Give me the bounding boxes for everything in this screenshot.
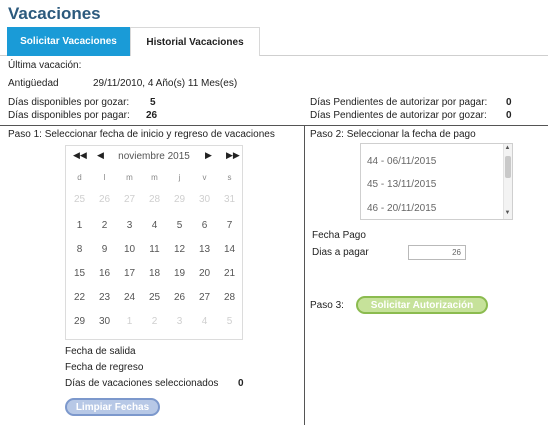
pendientes-gozar-value: 0: [506, 110, 512, 121]
solicitar-autorizacion-button[interactable]: Solicitar Autorización: [356, 296, 488, 314]
next-year-icon[interactable]: ▶▶: [226, 150, 240, 161]
dias-seleccionados-label: Días de vacaciones seleccionados: [65, 378, 219, 389]
calendar-day[interactable]: 4: [142, 220, 167, 231]
calendar-weekday: l: [103, 173, 106, 182]
dias-pagar-label: Días disponibles por pagar:: [8, 110, 130, 121]
calendar-day[interactable]: 12: [167, 244, 192, 255]
pay-date-list[interactable]: 44 - 06/11/2015 45 - 13/11/2015 46 - 20/…: [360, 143, 513, 220]
pay-date-option[interactable]: 45 - 13/11/2015: [367, 179, 436, 190]
calendar-day[interactable]: 30: [92, 316, 117, 327]
calendar-weekday: j: [178, 173, 181, 182]
dias-pagar-value: 26: [146, 110, 158, 121]
dias-gozar-value: 5: [150, 97, 156, 108]
calendar-day[interactable]: 27: [117, 194, 142, 205]
calendar-day[interactable]: 1: [67, 220, 92, 231]
calendar-header: ◀◀ ◀ noviembre 2015 ▶ ▶▶: [66, 146, 244, 168]
tab-historial-vacaciones[interactable]: Historial Vacaciones: [130, 27, 260, 56]
step2-label: Paso 2: Seleccionar la fecha de pago: [310, 129, 476, 140]
calendar-weekday: m: [151, 173, 158, 182]
section-divider: [0, 125, 548, 126]
calendar-day[interactable]: 14: [217, 244, 242, 255]
dias-seleccionados-value: 0: [238, 378, 244, 389]
fecha-regreso-label: Fecha de regreso: [65, 362, 144, 373]
calendar-day[interactable]: 17: [117, 268, 142, 279]
ultima-vacacion-label: Última vacación:: [8, 60, 82, 71]
calendar-day[interactable]: 27: [192, 292, 217, 303]
scroll-down-icon[interactable]: ▼: [504, 210, 511, 216]
calendar-day[interactable]: 24: [117, 292, 142, 303]
calendar-day[interactable]: 20: [192, 268, 217, 279]
pendientes-pagar-value: 0: [506, 97, 512, 108]
calendar-day[interactable]: 5: [167, 220, 192, 231]
calendar-day[interactable]: 25: [142, 292, 167, 303]
pendientes-gozar-label: Días Pendientes de autorizar por gozar:: [310, 110, 487, 121]
antiguedad-label: Antigüedad: [8, 78, 59, 89]
dias-a-pagar-input[interactable]: [408, 245, 466, 260]
calendar-month-label: noviembre 2015: [118, 151, 190, 162]
page-title: Vacaciones: [8, 4, 101, 23]
scrollbar-thumb[interactable]: [505, 156, 511, 178]
calendar-day[interactable]: 10: [117, 244, 142, 255]
calendar-day[interactable]: 11: [142, 244, 167, 255]
calendar-day[interactable]: 13: [192, 244, 217, 255]
fecha-salida-label: Fecha de salida: [65, 346, 136, 357]
calendar-weekday: m: [126, 173, 133, 182]
calendar-day[interactable]: 26: [167, 292, 192, 303]
calendar-day[interactable]: 2: [92, 220, 117, 231]
calendar-day[interactable]: 23: [92, 292, 117, 303]
calendar-day[interactable]: 8: [67, 244, 92, 255]
prev-year-icon[interactable]: ◀◀: [73, 150, 87, 161]
calendar-weekday: s: [227, 173, 232, 182]
limpiar-fechas-button[interactable]: Limpiar Fechas: [65, 398, 160, 416]
calendar-day[interactable]: 18: [142, 268, 167, 279]
calendar-day[interactable]: 29: [67, 316, 92, 327]
fecha-pago-label: Fecha Pago: [312, 230, 366, 241]
calendar-weekday: d: [77, 173, 82, 182]
calendar-day[interactable]: 28: [142, 194, 167, 205]
date-picker-calendar: ◀◀ ◀ noviembre 2015 ▶ ▶▶ d l m m j v s 25 26 27 28…: [65, 145, 243, 340]
pay-date-option[interactable]: 46 - 20/11/2015: [367, 203, 436, 214]
calendar-day[interactable]: 31: [217, 194, 242, 205]
calendar-day[interactable]: 30: [192, 194, 217, 205]
calendar-day[interactable]: 26: [92, 194, 117, 205]
calendar-day[interactable]: 7: [217, 220, 242, 231]
calendar-day[interactable]: 3: [117, 220, 142, 231]
scroll-up-icon[interactable]: ▲: [504, 145, 511, 151]
tab-bar: Solicitar Vacaciones Historial Vacacione…: [0, 27, 548, 56]
tab-solicitar-vacaciones[interactable]: Solicitar Vacaciones: [7, 27, 130, 56]
column-divider: [304, 126, 305, 425]
dias-gozar-label: Días disponibles por gozar:: [8, 97, 130, 108]
calendar-day[interactable]: 16: [92, 268, 117, 279]
calendar-day[interactable]: 6: [192, 220, 217, 231]
dias-a-pagar-label: Dias a pagar: [312, 247, 369, 258]
calendar-day[interactable]: 22: [67, 292, 92, 303]
prev-month-icon[interactable]: ◀: [97, 150, 104, 161]
pendientes-pagar-label: Días Pendientes de autorizar por pagar:: [310, 97, 488, 108]
next-month-icon[interactable]: ▶: [205, 150, 212, 161]
pay-date-option[interactable]: 44 - 06/11/2015: [367, 156, 436, 167]
calendar-day[interactable]: 5: [217, 316, 242, 327]
calendar-weekday: v: [202, 173, 207, 182]
calendar-day[interactable]: 4: [192, 316, 217, 327]
calendar-day[interactable]: 28: [217, 292, 242, 303]
antiguedad-value: 29/11/2010, 4 Año(s) 11 Mes(es): [93, 78, 238, 89]
step3-label: Paso 3:: [310, 300, 344, 311]
calendar-day[interactable]: 25: [67, 194, 92, 205]
calendar-day[interactable]: 2: [142, 316, 167, 327]
calendar-day[interactable]: 9: [92, 244, 117, 255]
calendar-day[interactable]: 19: [167, 268, 192, 279]
calendar-day[interactable]: 29: [167, 194, 192, 205]
calendar-day[interactable]: 1: [117, 316, 142, 327]
calendar-day[interactable]: 21: [217, 268, 242, 279]
calendar-day[interactable]: 15: [67, 268, 92, 279]
calendar-day[interactable]: 3: [167, 316, 192, 327]
step1-label: Paso 1: Seleccionar fecha de inicio y re…: [8, 129, 275, 140]
